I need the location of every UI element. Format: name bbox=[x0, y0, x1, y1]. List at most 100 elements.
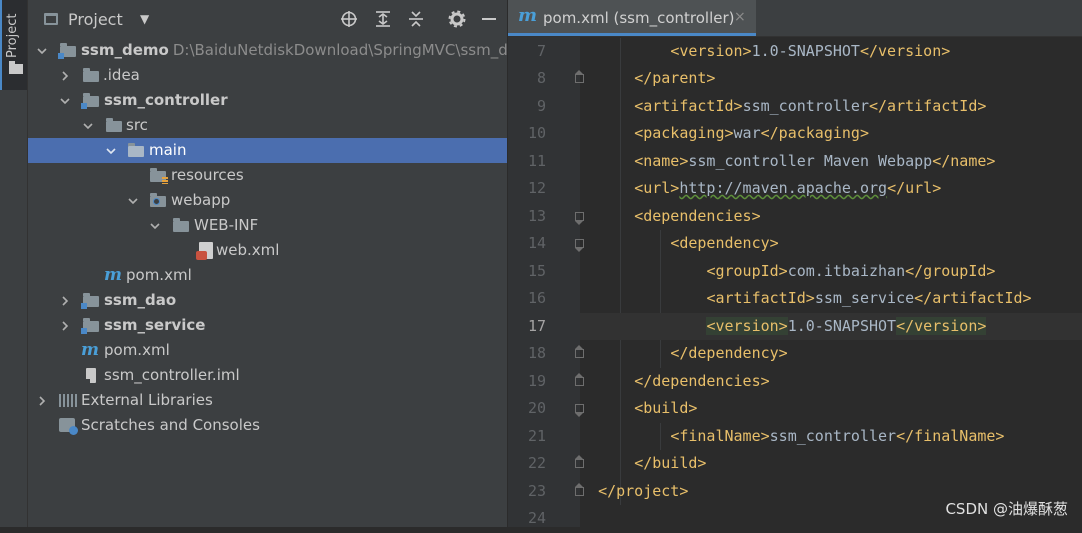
xml-close-tag: </url> bbox=[887, 179, 942, 197]
line-number: 23 bbox=[527, 481, 546, 500]
chevron-right-icon[interactable] bbox=[59, 63, 71, 88]
project-panel-title[interactable]: Project bbox=[68, 10, 123, 29]
xml-open-tag: </dependencies> bbox=[634, 371, 770, 390]
xml-close-tag: </finalName> bbox=[896, 426, 1005, 445]
tree-row-resources[interactable]: resources bbox=[28, 163, 507, 188]
code-line[interactable]: </parent> bbox=[580, 65, 1082, 93]
module-folder-icon bbox=[81, 293, 99, 309]
tree-row-ssm-service[interactable]: ssm_service bbox=[28, 313, 507, 338]
xml-close-tag: </name> bbox=[932, 151, 996, 170]
xml-text: 1.0-SNAPSHOT bbox=[751, 41, 860, 60]
tree-row-iml[interactable]: ssm_controller.iml bbox=[28, 363, 507, 388]
project-panel: Project ▼ ssm_demo D:\BaiduNetdiskDownloa… bbox=[28, 0, 507, 527]
xml-open-tag: </dependency> bbox=[670, 344, 788, 362]
tree-row-src[interactable]: src bbox=[28, 113, 507, 138]
xml-open-tag: <artifactId> bbox=[706, 289, 815, 307]
tree-label: ssm_service bbox=[104, 316, 206, 334]
expand-all-icon[interactable] bbox=[372, 8, 394, 30]
tree-row-root-pom-xml[interactable]: m pom.xml bbox=[28, 338, 507, 363]
tree-row-web-xml[interactable]: web.xml bbox=[28, 238, 507, 263]
code-line[interactable]: </dependencies> bbox=[580, 368, 1082, 396]
maven-icon: m bbox=[104, 265, 122, 285]
editor-tab-pom-xml[interactable]: m pom.xml (ssm_controller) × bbox=[508, 0, 756, 36]
code-line[interactable]: <finalName>ssm_controller</finalName> bbox=[580, 423, 1082, 451]
code-area[interactable]: <version>1.0-SNAPSHOT</version> </parent… bbox=[580, 37, 1082, 527]
tool-window-strip: Project bbox=[0, 0, 28, 527]
code-line[interactable]: <version>1.0-SNAPSHOT</version> bbox=[580, 38, 1082, 66]
maven-icon: m bbox=[81, 340, 99, 360]
chevron-down-icon[interactable] bbox=[82, 113, 94, 138]
folder-icon bbox=[9, 61, 23, 74]
editor-tab-label: pom.xml (ssm_controller) bbox=[543, 9, 735, 27]
code-line[interactable]: <dependency> bbox=[580, 230, 1082, 258]
module-folder-icon bbox=[81, 93, 99, 109]
chevron-down-icon[interactable] bbox=[149, 213, 161, 238]
chevron-right-icon[interactable] bbox=[36, 388, 48, 413]
xml-open-tag: <version> bbox=[706, 316, 788, 335]
code-line[interactable]: <packaging>war</packaging> bbox=[580, 120, 1082, 148]
xml-close-tag: </version> bbox=[896, 316, 987, 335]
close-icon[interactable]: × bbox=[734, 9, 746, 25]
tree-row-external-libraries[interactable]: External Libraries bbox=[28, 388, 507, 413]
line-number: 19 bbox=[527, 371, 546, 390]
code-line[interactable]: <name>ssm_controller Maven Webapp</name> bbox=[580, 148, 1082, 176]
tree-row-scratches[interactable]: Scratches and Consoles bbox=[28, 413, 507, 438]
chevron-down-icon[interactable] bbox=[127, 188, 139, 213]
xml-open-tag: <dependencies> bbox=[634, 206, 761, 225]
collapse-all-icon[interactable] bbox=[405, 8, 427, 30]
code-line[interactable]: <url>http://maven.apache.org</url> bbox=[580, 175, 1082, 203]
folder-icon bbox=[173, 218, 189, 232]
folder-icon bbox=[83, 68, 99, 82]
code-line[interactable]: </build> bbox=[580, 450, 1082, 478]
xml-text: ssm_service bbox=[814, 289, 915, 307]
tree-row-web-inf[interactable]: WEB-INF bbox=[28, 213, 507, 238]
tree-label: webapp bbox=[171, 191, 231, 209]
code-line[interactable]: </dependency> bbox=[580, 340, 1082, 368]
editor-pane: m pom.xml (ssm_controller) × 7 8 9 10 11 12 13… bbox=[508, 0, 1082, 527]
tree-row-ssm-dao[interactable]: ssm_dao bbox=[28, 288, 507, 313]
code-line[interactable]: <build> bbox=[580, 395, 1082, 423]
xml-open-tag: <packaging> bbox=[634, 124, 734, 142]
xml-text: ssm_controller bbox=[742, 96, 869, 115]
line-number: 24 bbox=[527, 509, 546, 527]
project-tool-label: Project bbox=[5, 13, 20, 58]
view-dropdown-icon[interactable]: ▼ bbox=[140, 12, 149, 26]
gear-icon[interactable] bbox=[446, 8, 468, 30]
tree-row-ssm-demo[interactable]: ssm_demo D:\BaiduNetdiskDownload\SpringMV… bbox=[28, 38, 507, 63]
code-line[interactable]: <artifactId>ssm_service</artifactId> bbox=[580, 285, 1082, 313]
xml-text: ssm_controller Maven Webapp bbox=[688, 151, 933, 170]
url-link[interactable]: http://maven.apache.org bbox=[679, 179, 887, 197]
xml-open-tag: <groupId> bbox=[706, 261, 788, 280]
project-panel-header: Project ▼ bbox=[28, 0, 507, 38]
line-number: 18 bbox=[527, 344, 546, 362]
xml-open-tag: </parent> bbox=[634, 69, 716, 87]
line-number: 20 bbox=[527, 399, 546, 417]
xml-open-tag: <dependency> bbox=[670, 234, 779, 252]
line-number: 9 bbox=[536, 96, 546, 115]
code-line[interactable]: <artifactId>ssm_controller</artifactId> bbox=[580, 93, 1082, 121]
tree-row-pom-xml[interactable]: m pom.xml bbox=[28, 263, 507, 288]
xml-text: 1.0-SNAPSHOT bbox=[787, 316, 897, 335]
code-line[interactable]: <groupId>com.itbaizhan</groupId> bbox=[580, 258, 1082, 286]
locate-icon[interactable] bbox=[338, 8, 360, 30]
chevron-down-icon[interactable] bbox=[59, 88, 71, 113]
tree-row-webapp[interactable]: webapp bbox=[28, 188, 507, 213]
chevron-right-icon[interactable] bbox=[59, 288, 71, 313]
chevron-down-icon[interactable] bbox=[36, 38, 48, 63]
code-line[interactable]: <dependencies> bbox=[580, 203, 1082, 231]
project-tool-tab[interactable]: Project bbox=[0, 0, 27, 90]
chevron-down-icon[interactable] bbox=[105, 138, 117, 163]
tree-row-idea[interactable]: .idea bbox=[28, 63, 507, 88]
code-line[interactable]: <version>1.0-SNAPSHOT</version> bbox=[580, 312, 1082, 340]
hide-icon[interactable] bbox=[478, 8, 500, 30]
tree-label: WEB-INF bbox=[194, 216, 259, 234]
chevron-right-icon[interactable] bbox=[59, 313, 71, 338]
xml-open-tag: </project> bbox=[598, 481, 689, 500]
tree-row-main[interactable]: main bbox=[28, 138, 507, 163]
tree-label: .idea bbox=[103, 66, 140, 84]
tree-row-ssm-controller[interactable]: ssm_controller bbox=[28, 88, 507, 113]
xml-open-tag: </build> bbox=[634, 454, 707, 472]
module-folder-icon bbox=[58, 43, 76, 59]
line-number-gutter: 7 8 9 10 11 12 13 14 15 16 17 18 19 20 21 22 23 24 bbox=[508, 37, 584, 527]
tree-label: src bbox=[126, 116, 148, 134]
